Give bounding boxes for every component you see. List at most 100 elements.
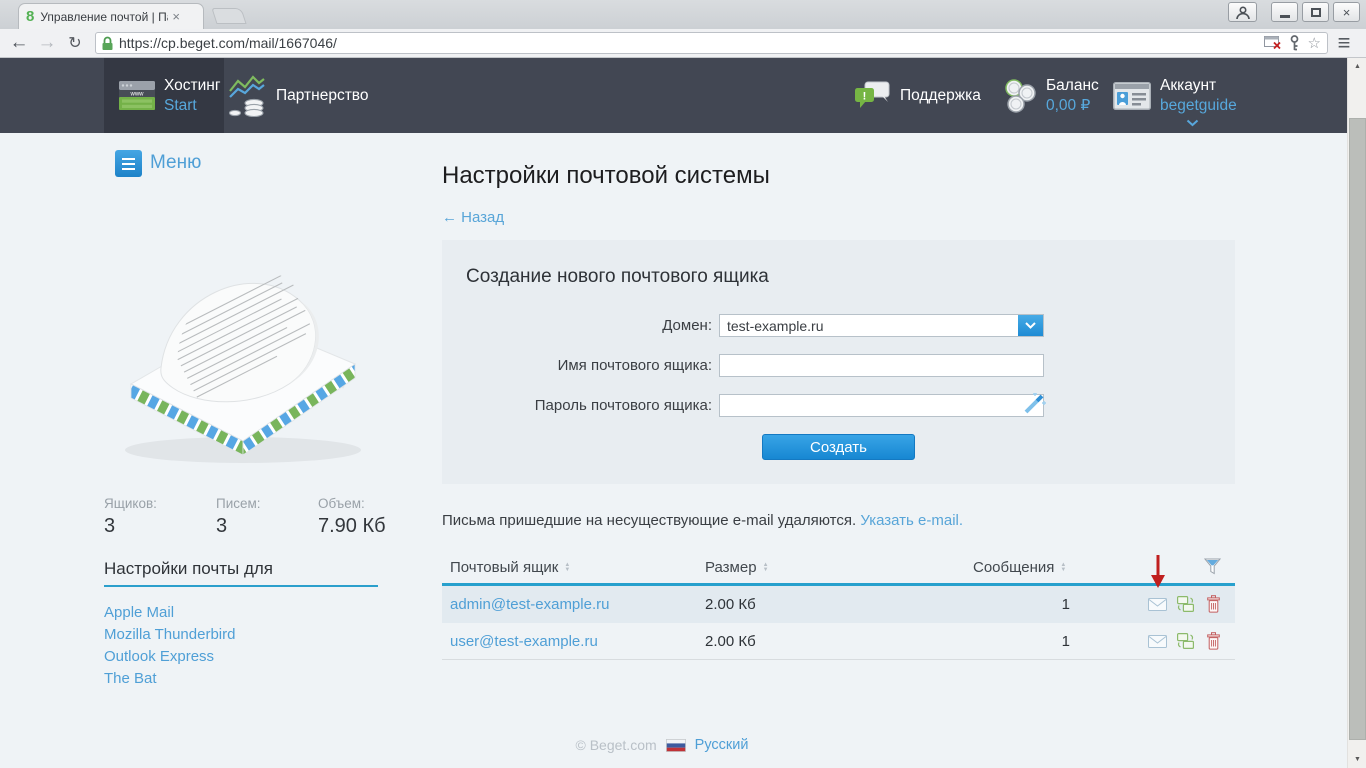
- nav-hosting-label: Хостинг: [164, 76, 221, 96]
- mailbox-password-label: Пароль почтового ящика:: [442, 394, 712, 417]
- minimize-button[interactable]: [1271, 2, 1298, 22]
- link-mozilla-thunderbird[interactable]: Mozilla Thunderbird: [104, 626, 235, 643]
- domain-selected-value: test-example.ru: [720, 318, 1018, 334]
- sort-icon[interactable]: ▲▼: [763, 563, 769, 573]
- mailbox-email-link[interactable]: admin@test-example.ru: [450, 596, 609, 613]
- nav-partnership[interactable]: Партнерство: [228, 58, 368, 133]
- reload-button[interactable]: ↻: [62, 29, 88, 57]
- link-outlook-express[interactable]: Outlook Express: [104, 648, 214, 665]
- nav-balance-label: Баланс: [1046, 76, 1099, 96]
- account-chevron-down-icon[interactable]: [1186, 119, 1199, 127]
- specify-email-link[interactable]: Указать e-mail.: [860, 512, 963, 529]
- site-favicon-icon: 8: [26, 8, 34, 25]
- sort-icon[interactable]: ▲▼: [1060, 563, 1066, 573]
- move-messages-icon[interactable]: [1177, 633, 1194, 649]
- generate-password-wand-icon[interactable]: [1022, 393, 1046, 415]
- maximize-icon: [1311, 8, 1321, 17]
- move-messages-icon[interactable]: [1177, 596, 1194, 612]
- table-row: admin@test-example.ru 2.00 Кб 1: [442, 586, 1235, 623]
- mail-setup-heading: Настройки почты для: [104, 559, 273, 579]
- browser-titlebar: 8 Управление почтой | Пан × ×: [0, 0, 1366, 29]
- column-header-messages[interactable]: Сообщения ▲▼: [973, 559, 1066, 576]
- scroll-down-icon[interactable]: ▼: [1348, 751, 1366, 768]
- delete-mailbox-icon[interactable]: [1207, 632, 1220, 650]
- mailbox-size: 2.00 Кб: [705, 596, 756, 613]
- window-controls: ×: [1228, 2, 1360, 22]
- address-bar[interactable]: https://cp.beget.com/mail/1667046/ ☆: [95, 32, 1328, 54]
- close-button[interactable]: ×: [1333, 2, 1360, 22]
- stat-mailboxes-label: Ящиков:: [104, 496, 157, 511]
- annotation-red-arrow: [1151, 555, 1165, 589]
- minimize-icon: [1280, 15, 1290, 18]
- back-button[interactable]: ←: [6, 29, 32, 57]
- svg-text:!: !: [863, 90, 867, 102]
- link-apple-mail[interactable]: Apple Mail: [104, 604, 174, 621]
- scroll-up-icon[interactable]: ▲: [1348, 58, 1366, 75]
- browser-window: 8 Управление почтой | Пан × × ← → ↻: [0, 0, 1366, 768]
- mailbox-name-label: Имя почтового ящика:: [442, 354, 712, 377]
- open-mailbox-icon[interactable]: [1148, 598, 1167, 611]
- nav-partnership-label: Партнерство: [276, 86, 368, 106]
- browser-tab[interactable]: 8 Управление почтой | Пан ×: [18, 3, 204, 29]
- key-icon[interactable]: [1290, 35, 1299, 51]
- delete-mailbox-icon[interactable]: [1207, 595, 1220, 613]
- nav-account-name: begetguide: [1160, 96, 1237, 116]
- open-mailbox-icon[interactable]: [1148, 635, 1167, 648]
- nav-hosting-plan: Start: [164, 96, 221, 116]
- close-icon: ×: [1343, 5, 1351, 20]
- page-scrollbar[interactable]: ▲ ▼: [1347, 58, 1366, 768]
- notice-text-row: Письма пришедшие на несуществующие e-mai…: [442, 512, 963, 529]
- nav-account[interactable]: Аккаунт begetguide: [1113, 58, 1237, 133]
- mailbox-password-input[interactable]: [719, 394, 1044, 417]
- https-lock-icon: [102, 36, 113, 51]
- page-footer: © Beget.com Русский: [442, 737, 882, 753]
- create-button[interactable]: Создать: [762, 434, 915, 460]
- top-navigation: www Хостинг Start: [0, 58, 1347, 133]
- select-dropdown-button[interactable]: [1018, 315, 1043, 336]
- stat-letters-label: Писем:: [216, 496, 261, 511]
- browser-menu-icon[interactable]: ≡: [1330, 29, 1358, 57]
- url-text[interactable]: https://cp.beget.com/mail/1667046/: [119, 35, 1264, 51]
- maximize-button[interactable]: [1302, 2, 1329, 22]
- domain-select[interactable]: test-example.ru: [719, 314, 1044, 337]
- menu-button[interactable]: [115, 150, 142, 177]
- popup-blocked-icon[interactable]: [1264, 36, 1281, 50]
- menu-label[interactable]: Меню: [150, 152, 201, 174]
- tab-close-icon[interactable]: ×: [172, 9, 180, 24]
- column-header-size[interactable]: Размер ▲▼: [705, 559, 769, 576]
- bookmark-star-icon[interactable]: ☆: [1308, 36, 1321, 51]
- support-chat-icon: !: [855, 81, 891, 110]
- sort-icon[interactable]: ▲▼: [564, 563, 570, 573]
- filter-funnel-icon[interactable]: [1204, 558, 1221, 575]
- nav-hosting[interactable]: www Хостинг Start: [104, 58, 224, 133]
- nav-balance-value: 0,00 ₽: [1046, 96, 1099, 116]
- language-link[interactable]: Русский: [695, 737, 749, 753]
- mailbox-email-link[interactable]: user@test-example.ru: [450, 633, 598, 650]
- page-content: www Хостинг Start: [0, 58, 1366, 768]
- mail-letter-illustration: [103, 226, 379, 474]
- nav-balance[interactable]: Баланс 0,00 ₽: [1003, 58, 1099, 133]
- scrollbar-thumb[interactable]: [1349, 118, 1366, 740]
- forward-button[interactable]: →: [34, 29, 60, 57]
- profile-icon[interactable]: [1228, 2, 1257, 22]
- notice-text: Письма пришедшие на несуществующие e-mai…: [442, 512, 856, 529]
- stat-volume-label: Объем:: [318, 496, 365, 511]
- create-mailbox-panel: Создание нового почтового ящика Домен: t…: [442, 240, 1235, 484]
- address-bar-icons: ☆: [1264, 35, 1321, 51]
- new-tab-button[interactable]: [211, 8, 246, 24]
- balance-coins-icon: [1003, 79, 1037, 113]
- nav-support[interactable]: ! Поддержка: [855, 58, 981, 133]
- create-mailbox-heading: Создание нового почтового ящика: [466, 266, 769, 288]
- stat-volume-value: 7.90 Кб: [318, 515, 386, 538]
- link-the-bat[interactable]: The Bat: [104, 670, 157, 687]
- mailbox-messages-count: 1: [1054, 596, 1070, 613]
- tab-title: Управление почтой | Пан: [40, 10, 168, 24]
- mailbox-name-input[interactable]: [719, 354, 1044, 377]
- column-header-mailbox[interactable]: Почтовый ящик ▲▼: [450, 559, 570, 576]
- page-title: Настройки почтовой системы: [442, 162, 770, 190]
- nav-support-label: Поддержка: [900, 86, 981, 106]
- back-link[interactable]: ← Назад: [442, 209, 504, 226]
- hosting-server-icon: www: [118, 80, 156, 111]
- account-card-icon: [1113, 82, 1151, 110]
- partnership-chart-coins-icon: [228, 75, 266, 117]
